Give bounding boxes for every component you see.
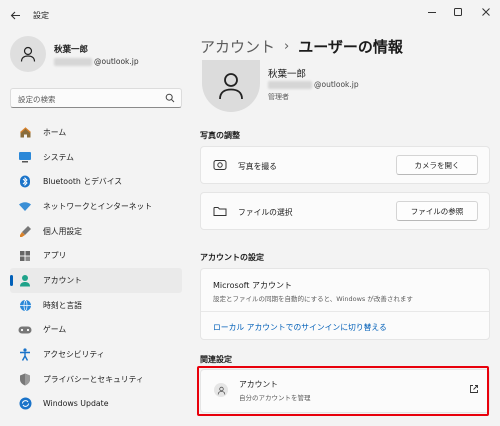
sidebar-item-label: アプリ <box>43 251 67 261</box>
sidebar-profile[interactable]: 秋葉一郎 @outlook.jp <box>10 36 182 76</box>
camera-icon <box>213 159 227 174</box>
sidebar-item-personalization[interactable]: 個人用設定 <box>10 219 182 244</box>
sidebar-item-network[interactable]: ネットワークとインターネット <box>10 194 182 219</box>
choose-file-label: ファイルの選択 <box>238 208 293 217</box>
sidebar-item-label: システム <box>43 152 74 162</box>
section-title-related: 関連設定 <box>200 355 232 364</box>
app-title: 設定 <box>33 11 49 20</box>
shield-icon <box>18 372 32 386</box>
user-icon <box>20 46 36 62</box>
sidebar-item-label: ネットワークとインターネット <box>43 201 153 211</box>
section-title-account-settings: アカウントの設定 <box>200 253 264 262</box>
sidebar-item-home[interactable]: ホーム <box>10 120 182 145</box>
sidebar-item-accounts[interactable]: アカウント <box>10 268 182 293</box>
gamepad-icon <box>18 323 32 337</box>
sidebar-item-label: ゲーム <box>43 325 67 335</box>
choose-file-row: ファイルの選択 ファイルの参照 <box>200 192 490 230</box>
sidebar-item-accessibility[interactable]: アクセシビリティ <box>10 342 182 367</box>
search-placeholder: 設定の検索 <box>18 95 56 104</box>
title-bar: 設定 <box>0 0 500 30</box>
sidebar-item-label: 個人用設定 <box>43 226 82 236</box>
back-button[interactable] <box>6 6 24 24</box>
breadcrumb: アカウント › ユーザーの情報 <box>200 36 403 57</box>
open-camera-button[interactable]: カメラを開く <box>396 155 478 175</box>
update-icon <box>18 397 32 411</box>
profile-email-domain: @outlook.jp <box>94 57 139 66</box>
profile-email: @outlook.jp <box>54 57 139 66</box>
user-icon <box>219 73 243 100</box>
sidebar-item-label: 時刻と言語 <box>43 300 82 310</box>
highlight-box <box>197 366 489 416</box>
sidebar-item-label: アクセシビリティ <box>43 350 105 360</box>
home-icon <box>18 125 32 139</box>
redacted-text <box>54 57 92 66</box>
sidebar-item-privacy[interactable]: プライバシーとセキュリティ <box>10 367 182 392</box>
sidebar-item-label: ホーム <box>43 127 67 137</box>
sidebar-item-bluetooth[interactable]: Bluetooth とデバイス <box>10 169 182 194</box>
avatar <box>10 36 46 72</box>
wifi-icon <box>18 199 32 213</box>
user-email-domain: @outlook.jp <box>314 80 359 89</box>
sidebar-item-windows-update[interactable]: Windows Update <box>10 392 182 417</box>
sidebar-item-label: Windows Update <box>43 399 109 409</box>
user-email: @outlook.jp <box>268 80 359 89</box>
arrow-left-icon <box>10 11 20 19</box>
close-icon <box>482 8 490 16</box>
minimize-button[interactable] <box>420 4 444 20</box>
folder-icon <box>213 206 227 220</box>
microsoft-account-card: Microsoft アカウント 設定とファイルの同期を自動的にすると、Windo… <box>200 268 490 340</box>
microsoft-account-description: 設定とファイルの同期を自動的にすると、Windows が改善されます <box>213 295 413 303</box>
page-title: ユーザーの情報 <box>298 38 403 56</box>
sidebar-item-label: Bluetooth とデバイス <box>43 177 123 187</box>
sidebar-item-system[interactable]: システム <box>10 145 182 170</box>
maximize-button[interactable] <box>446 4 470 20</box>
breadcrumb-parent[interactable]: アカウント <box>200 36 275 57</box>
minimize-icon <box>428 12 436 13</box>
sidebar-item-label: アカウント <box>43 275 82 285</box>
user-role: 管理者 <box>268 93 289 101</box>
divider <box>201 311 489 312</box>
profile-name: 秋葉一郎 <box>54 45 89 55</box>
accessibility-icon <box>18 348 32 362</box>
brush-icon <box>18 224 32 238</box>
take-photo-row: 写真を撮る カメラを開く <box>200 146 490 184</box>
browse-files-button[interactable]: ファイルの参照 <box>396 201 478 221</box>
redacted-text <box>268 80 312 89</box>
user-info: 秋葉一郎 @outlook.jp 管理者 <box>200 60 490 116</box>
search-icon[interactable] <box>165 93 175 106</box>
avatar <box>202 60 260 112</box>
user-name: 秋葉一郎 <box>268 69 307 80</box>
apps-icon <box>18 249 32 263</box>
switch-to-local-account-link[interactable]: ローカル アカウントでのサインインに切り替える <box>213 322 387 333</box>
microsoft-account-title: Microsoft アカウント <box>213 281 292 290</box>
globe-clock-icon <box>18 298 32 312</box>
sidebar-item-gaming[interactable]: ゲーム <box>10 318 182 343</box>
breadcrumb-separator: › <box>284 39 290 54</box>
search-input[interactable]: 設定の検索 <box>10 88 182 108</box>
system-icon <box>18 150 32 164</box>
account-icon <box>18 273 32 287</box>
take-photo-label: 写真を撮る <box>238 162 277 171</box>
section-title-photo: 写真の調整 <box>200 131 240 140</box>
sidebar-nav: ホーム システム Bluetooth とデバイス ネットワークとインターネット … <box>10 120 182 416</box>
sidebar-item-apps[interactable]: アプリ <box>10 243 182 268</box>
close-button[interactable] <box>474 4 498 20</box>
sidebar-item-time-language[interactable]: 時刻と言語 <box>10 293 182 318</box>
bluetooth-icon <box>18 175 32 189</box>
sidebar-item-label: プライバシーとセキュリティ <box>43 374 144 384</box>
maximize-icon <box>454 8 462 16</box>
